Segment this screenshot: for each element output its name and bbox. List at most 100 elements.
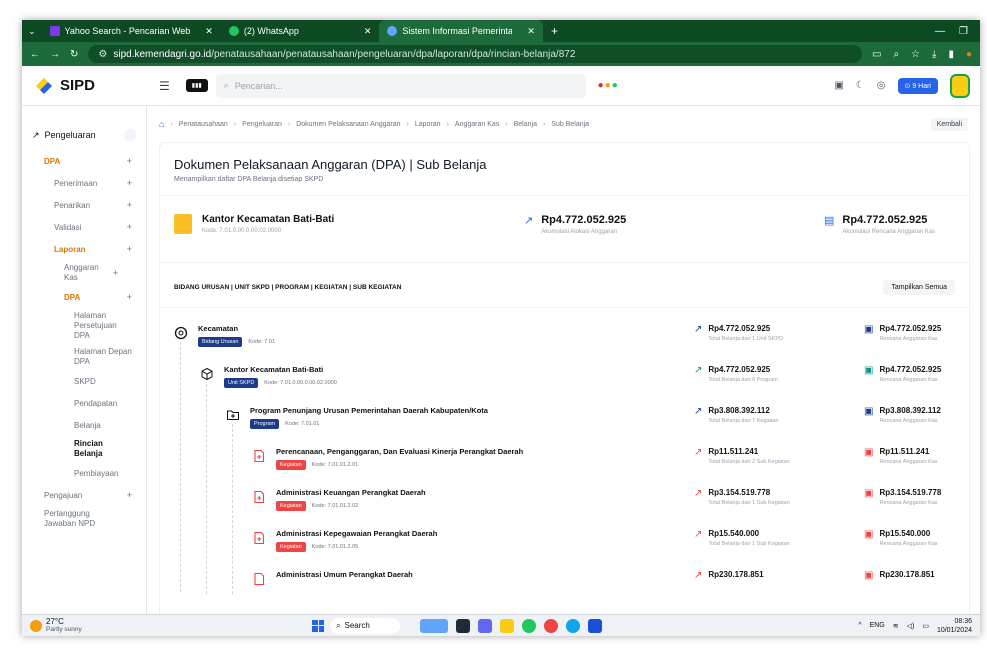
reload-icon[interactable]: ↻ [70,49,78,60]
new-tab-icon[interactable]: + [543,24,566,38]
home-icon[interactable]: ⌂ [159,119,164,129]
breadcrumb-item[interactable]: Belanja [514,121,537,128]
sidepanel-icon[interactable]: ▮ [948,49,954,60]
breadcrumb-item[interactable]: Laporan [415,121,441,128]
close-icon[interactable]: ✕ [205,26,213,37]
province-logo-icon[interactable] [950,73,970,98]
sidebar-group-label: Pengeluaran [44,130,96,140]
zoom-icon[interactable]: ⌕ [893,49,899,60]
sidebar-item-anggaran-kas[interactable]: Anggaran Kas + [22,260,132,286]
sidebar-item-dpa[interactable]: DPA + [22,150,146,172]
sipd-logo-icon [36,77,52,94]
tree-row-program[interactable]: Program Penunjang Urusan Pemerintahan Da… [174,406,955,447]
sidebar-item-label: Belanja [74,420,101,430]
sidebar-item-pengajuan[interactable]: Pengajuan + [22,484,146,506]
hamburger-menu-icon[interactable]: ☰ [159,79,170,93]
app-header: SIPD ☰ ▮▮▮ ⌕ Pencarian... ●●● ▣ ☾ ◎ ⊙ 9 … [22,66,980,106]
sidebar-item-rincian-belanja[interactable]: Rincian Belanja [22,436,146,462]
tab-sipd[interactable]: Sistem Informasi Pemerintahan ✕ [379,20,543,42]
row-text: Administrasi Kepegawaian Perangkat Daera… [276,529,437,552]
url-path: /penatausahaan/penatausahaan/pengeluaran… [211,48,576,60]
sidebar-item-laporan[interactable]: Laporan + [22,238,146,260]
row-rencana: ▣ Rp3.808.392.112 Rencana Anggaran Kas [864,406,941,424]
chrome-icon[interactable] [522,618,536,633]
sidebar-item-pendapatan[interactable]: Pendapatan [22,392,146,414]
tree-row-kegiatan[interactable]: Administrasi Keuangan Perangkat Daerah K… [174,488,955,529]
sidebar-item-skpd[interactable]: SKPD [22,370,146,392]
chat-app-icon[interactable] [478,618,492,633]
language-indicator[interactable]: ENG [870,622,885,629]
sidebar-item-dpa-report[interactable]: DPA + [22,286,146,308]
sidebar-item-label: Pengajuan [44,490,83,500]
download-icon[interactable]: ⤓ [932,49,936,60]
calendar-icon: ▣ [864,365,874,376]
taskbar-search[interactable]: ⌕ Search [330,617,400,634]
layout-icon[interactable]: ▣ [834,80,843,91]
row-name: Kecamatan [198,324,239,333]
year-badge[interactable]: ▮▮▮ [185,79,208,92]
wifi-icon[interactable]: ≋ [893,622,899,630]
sidebar-item-belanja[interactable]: Belanja [22,414,146,436]
tree-row-unit-skpd[interactable]: Kantor Kecamatan Bati-Bati Unit SKPD Kod… [174,365,955,406]
breadcrumb-item[interactable]: Dokumen Pelaksanaan Anggaran [296,121,400,128]
tab-whatsapp[interactable]: (2) WhatsApp ✕ [221,20,380,42]
sidebar-item-penarikan[interactable]: Penarikan + [22,194,146,216]
back-arrow-icon[interactable]: ← [30,49,40,60]
total-value: Rp4.772.052.925 [708,324,771,333]
weather-widget[interactable]: 27°C Partly sunny [22,617,312,634]
url-field[interactable]: ⚙ sipd.kemendagri.go.id/penatausahaan/pe… [88,45,862,63]
battery-icon[interactable]: ▭ [922,622,929,630]
chevron-right-icon: › [287,120,291,128]
chevron-right-icon: › [406,120,409,128]
moon-icon[interactable]: ☾ [856,80,865,91]
sidebar-item-halaman-persetujuan[interactable]: Halaman Persetujuan DPA [22,308,146,344]
os-taskbar: 27°C Partly sunny ⌕ Search ^ ENG ≋ ◁) ▭ [22,614,980,636]
clock[interactable]: 08:36 10/01/2024 [937,617,972,635]
chevron-up-icon[interactable]: ^ [858,622,861,629]
bookmark-star-icon[interactable]: ☆ [911,49,920,60]
forward-arrow-icon[interactable]: → [50,49,60,60]
trend-up-icon: ↗ [694,324,703,335]
file-explorer-icon[interactable] [500,618,514,633]
edge-icon[interactable] [566,618,580,633]
windows-start-icon[interactable] [312,619,324,632]
search-input[interactable]: ⌕ Pencarian... [215,73,586,98]
sidebar-item-halaman-depan[interactable]: Halaman Depan DPA [22,344,146,370]
browser-menu[interactable]: ⌄ [22,20,42,42]
minimize-icon[interactable]: — [935,26,945,37]
tab-yahoo[interactable]: Yahoo Search - Pencarian Web ✕ [42,20,221,42]
tree-row-bidang-urusan[interactable]: Kecamatan Bidang Urusan Kode: 7.01 ↗ Rp4… [174,324,955,365]
breadcrumb-item[interactable]: Pengeluaran [242,121,282,128]
breadcrumb-item[interactable]: Anggaran Kas [455,121,499,128]
volume-icon[interactable]: ◁) [907,622,915,630]
sidebar-item-pembiayaan[interactable]: Pembiayaan [22,462,146,484]
task-view-icon[interactable] [456,618,470,633]
alokasi-caption: Akumulasi Alokasi Anggaran [541,229,617,235]
chevron-right-icon: › [446,120,449,128]
chevron-down-icon[interactable] [124,129,136,141]
close-icon[interactable]: ✕ [364,26,372,37]
days-remaining-button[interactable]: ⊙ 9 Hari [897,77,938,94]
chrome-alt-icon[interactable] [544,618,558,633]
globe-icon[interactable]: ◎ [877,80,886,91]
tree-row-kegiatan[interactable]: Perencanaan, Penganggaran, Dan Evaluasi … [174,447,955,488]
site-info-icon[interactable]: ⚙ [98,49,107,60]
brand[interactable]: SIPD [22,76,147,96]
rencana-value: Rp15.540.000 [879,529,931,538]
sidebar-item-pertanggung-jawaban[interactable]: Pertanggung Jawaban NPD [22,506,122,532]
sidebar-item-penerimaan[interactable]: Penerimaan + [22,172,146,194]
tree-row-kegiatan[interactable]: Administrasi Umum Perangkat Daerah ↗ Rp2… [174,570,955,611]
close-icon[interactable]: ✕ [527,26,535,37]
extension-icon[interactable]: ● [966,49,972,60]
sidebar-item-validasi[interactable]: Validasi + [22,216,146,238]
widget-app-icon[interactable] [420,618,448,633]
cast-icon[interactable]: ▭ [872,49,881,60]
breadcrumb-item[interactable]: Penatausahaan [179,121,228,128]
sidebar-group-pengeluaran[interactable]: ↗ Pengeluaran [22,126,146,144]
sidebar-item-label: DPA [64,292,81,302]
tree-row-kegiatan[interactable]: Administrasi Kepegawaian Perangkat Daera… [174,529,955,570]
word-icon[interactable] [588,618,602,633]
back-button[interactable]: Kembali [930,118,968,131]
maximize-icon[interactable]: ❐ [959,26,968,37]
show-all-button[interactable]: Tampilkan Semua [883,279,955,295]
